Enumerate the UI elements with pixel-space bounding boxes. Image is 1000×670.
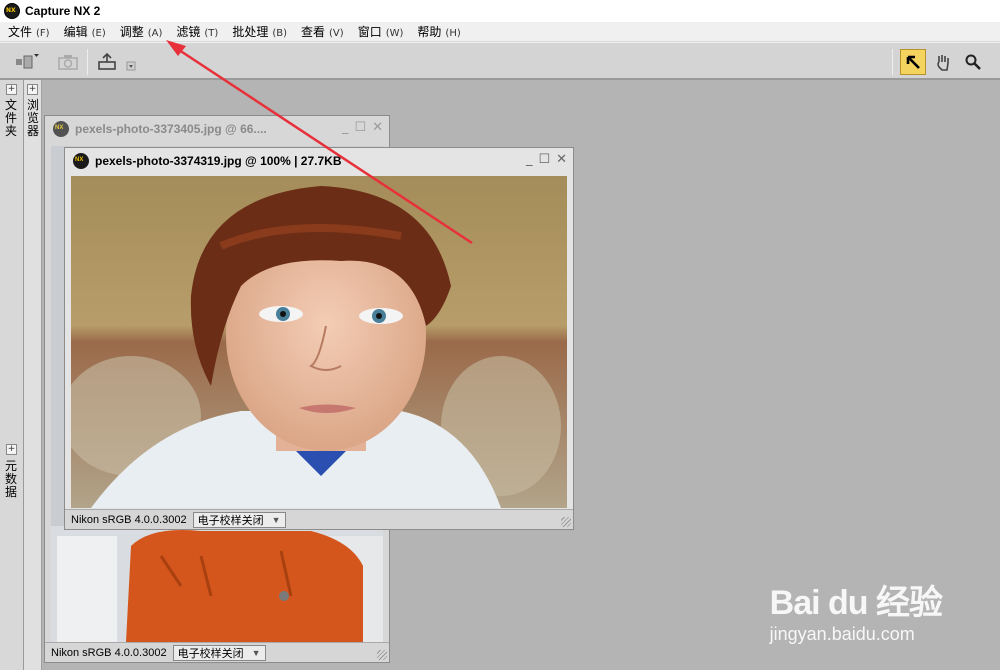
watermark-url: jingyan.baidu.com	[769, 624, 915, 644]
baidu-watermark: Bai du 经验 jingyan.baidu.com	[769, 575, 943, 645]
watermark-logo: Bai du 经验	[769, 584, 943, 622]
annotation-arrow	[166, 40, 473, 245]
